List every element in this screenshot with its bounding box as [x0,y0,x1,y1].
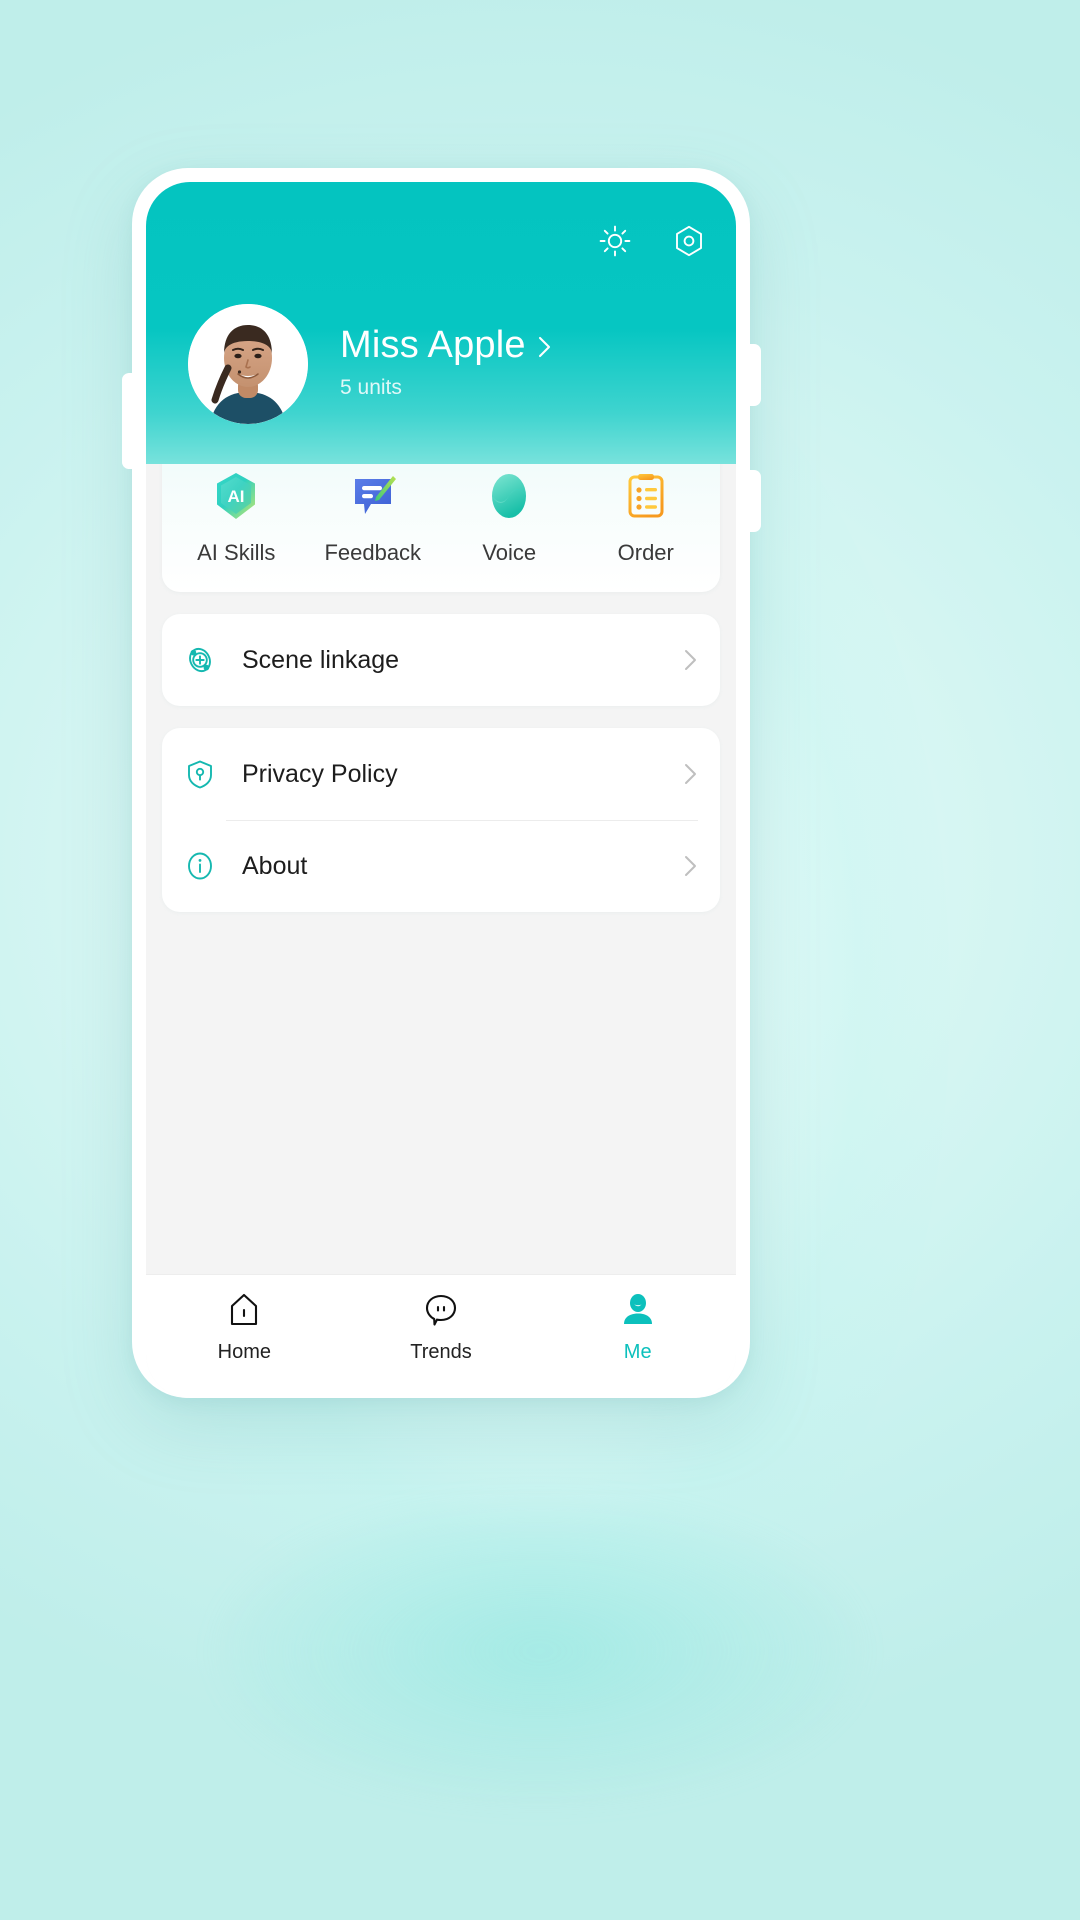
chevron-right-icon [534,331,556,360]
tab-home[interactable]: Home [146,1291,343,1364]
settings-hex-icon[interactable] [672,224,706,258]
list-item-about[interactable]: About [184,820,698,912]
list-item-privacy-policy[interactable]: Privacy Policy [184,728,698,820]
tab-trends[interactable]: Trends [343,1291,540,1364]
tab-me[interactable]: Me [539,1291,736,1364]
phone-frame: Miss Apple 5 units AI AI Skills Feedback… [122,168,761,1398]
person-icon [619,1291,657,1329]
bottom-navigation: Home Trends Me [146,1274,736,1398]
list-item-label: About [242,851,308,880]
quick-action-label: Order [617,540,674,565]
list-item-label: Privacy Policy [242,759,398,788]
tab-label: Trends [410,1341,472,1363]
list-item-label: Scene linkage [242,645,400,674]
quick-action-voice[interactable]: Voice [441,470,578,566]
avatar[interactable] [188,304,308,424]
list-item-scene-linkage[interactable]: Scene linkage [184,614,698,706]
order-icon [620,470,672,522]
header-icon-group [598,224,706,258]
content-area: AI AI Skills Feedback Voice Order Scene … [146,464,736,1274]
chevron-right-icon [682,647,698,673]
quick-action-label: Feedback [324,540,422,565]
phone-screen: Miss Apple 5 units AI AI Skills Feedback… [146,182,736,1398]
quick-action-order[interactable]: Order [578,470,715,566]
quick-action-ai-skills[interactable]: AI AI Skills [168,470,305,566]
profile-subtitle: 5 units [340,375,402,399]
chevron-right-icon [682,761,698,787]
tab-label: Me [623,1341,652,1363]
quick-actions-card: AI AI Skills Feedback Voice Order [162,464,720,592]
brightness-icon[interactable] [598,224,632,258]
phone-side-button-bottom[interactable] [748,470,761,532]
profile-name: Miss Apple [340,324,526,367]
tab-label: Home [217,1341,272,1363]
voice-icon [483,470,535,522]
feedback-icon [347,470,399,522]
ai-skills-icon: AI [210,470,262,522]
quick-action-label: AI Skills [197,540,276,565]
background-glow-bottom [220,1501,860,1802]
svg-text:AI: AI [228,487,245,506]
quick-action-feedback[interactable]: Feedback [305,470,442,566]
phone-volume-button[interactable] [122,373,134,469]
shield-lock-icon [184,758,216,790]
profile-text: Miss Apple 5 units [340,324,556,402]
profile-header: Miss Apple 5 units [146,182,736,464]
phone-side-button-top[interactable] [748,344,761,406]
info-circle-icon [184,850,216,882]
info-card: Privacy Policy About [162,728,720,912]
chevron-right-icon [682,853,698,879]
quick-action-label: Voice [482,540,537,565]
chat-bubble-icon [422,1291,460,1329]
profile-block[interactable]: Miss Apple 5 units [188,304,556,424]
home-icon [225,1291,263,1329]
scene-linkage-card: Scene linkage [162,614,720,706]
scene-linkage-icon [184,644,216,676]
